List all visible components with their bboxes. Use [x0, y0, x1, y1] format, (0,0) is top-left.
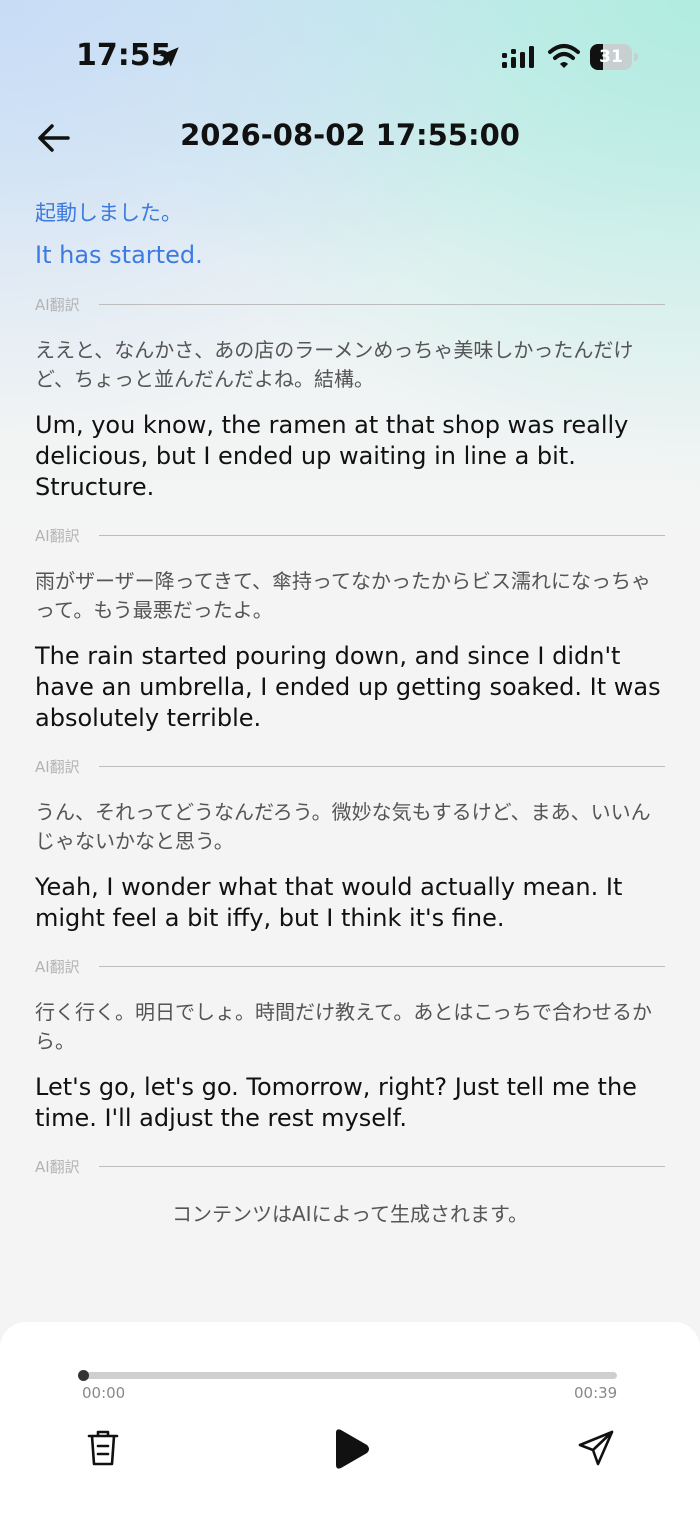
- source-text: うん、それってどうなんだろう。微妙な気もするけど、まあ、いいんじゃないかなと思う…: [35, 800, 651, 853]
- page-title: 2026-08-02 17:55:00: [180, 118, 520, 152]
- total-time: 00:39: [574, 1384, 618, 1402]
- source-text: 雨がザーザー降ってきて、傘持ってなかったからビス濡れになっちゃって。もう最悪だっ…: [35, 569, 651, 622]
- ai-translation-divider: AI翻訳: [35, 756, 665, 776]
- translation-text: Um, you know, the ramen at that shop was…: [35, 411, 629, 501]
- progress-handle[interactable]: [78, 1370, 89, 1381]
- source-text: ええと、なんかさ、あの店のラーメンめっちゃ美味しかったんだけど、ちょっと並んだん…: [35, 338, 634, 391]
- ai-translation-divider: AI翻訳: [35, 956, 665, 976]
- progress-slider[interactable]: [82, 1372, 617, 1379]
- play-icon[interactable]: [328, 1426, 372, 1472]
- current-time: 00:00: [82, 1384, 126, 1402]
- transcript-entry: 雨がザーザー降ってきて、傘持ってなかったからビス濡れになっちゃって。もう最悪だっ…: [35, 567, 665, 734]
- translation-text: Let's go, let's go. Tomorrow, right? Jus…: [35, 1073, 637, 1132]
- translation-text: The rain started pouring down, and since…: [35, 642, 661, 732]
- divider-label: AI翻訳: [35, 295, 80, 314]
- transcript-entry: ええと、なんかさ、あの店のラーメンめっちゃ美味しかったんだけど、ちょっと並んだん…: [35, 336, 665, 503]
- divider-label: AI翻訳: [35, 1157, 80, 1176]
- navigation-header: 2026-08-02 17:55:00: [0, 110, 700, 166]
- transcript-entry: うん、それってどうなんだろう。微妙な気もするけど、まあ、いいんじゃないかなと思う…: [35, 798, 665, 934]
- battery-level: 31: [599, 47, 623, 67]
- transcript-list: 起動しました。 It has started. AI翻訳 ええと、なんかさ、あの…: [35, 196, 665, 1227]
- divider-label: AI翻訳: [35, 526, 80, 545]
- ai-translation-divider: AI翻訳: [35, 294, 665, 314]
- source-text: 行く行く。明日でしょ。時間だけ教えて。あとはこっちで合わせるから。: [35, 1000, 652, 1053]
- battery-icon: 31: [590, 44, 638, 70]
- trash-icon[interactable]: [84, 1428, 122, 1468]
- transcript-entry: 行く行く。明日でしょ。時間だけ教えて。あとはこっちで合わせるから。 Let's …: [35, 998, 665, 1134]
- translation-text: Yeah, I wonder what that would actually …: [35, 873, 623, 932]
- ai-translation-divider: AI翻訳: [35, 1156, 665, 1176]
- divider-label: AI翻訳: [35, 757, 80, 776]
- location-arrow-icon: [159, 47, 179, 67]
- ai-translation-divider: AI翻訳: [35, 525, 665, 545]
- current-translation-text: It has started.: [35, 241, 203, 269]
- back-button[interactable]: [32, 120, 78, 156]
- ai-disclaimer: コンテンツはAIによって生成されます。: [172, 1202, 528, 1226]
- current-source-text: 起動しました。: [35, 201, 182, 225]
- status-bar: 17:55 31: [0, 0, 700, 110]
- signal-icon: [502, 46, 534, 68]
- divider-label: AI翻訳: [35, 957, 80, 976]
- wifi-icon: [548, 44, 580, 68]
- audio-player: 00:00 00:39: [0, 1322, 700, 1522]
- send-icon[interactable]: [576, 1428, 616, 1468]
